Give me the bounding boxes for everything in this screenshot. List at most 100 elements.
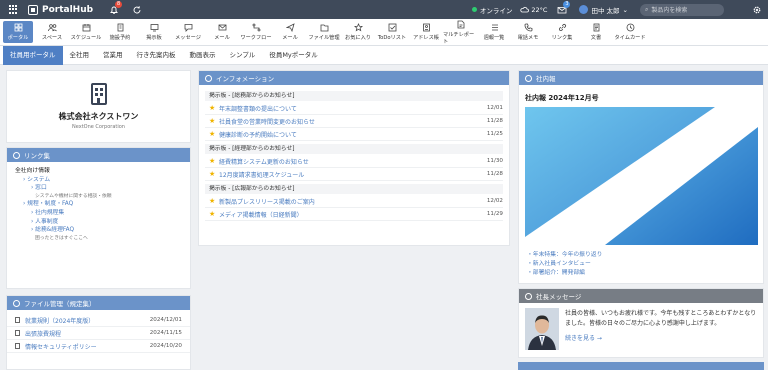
tab-6[interactable]: 役員Myポータル	[262, 46, 324, 65]
star-icon[interactable]: ★	[209, 197, 219, 205]
user-name: 田中 太郎	[591, 6, 620, 15]
toolbar-item-board[interactable]: 掲示板	[137, 19, 171, 45]
toolbar-item-grid[interactable]: ポータル	[3, 21, 33, 43]
information-title-link[interactable]: 新製品プレスリリース掲載のご案内	[219, 197, 487, 206]
cloud-icon	[520, 6, 530, 13]
link-item[interactable]: › システム	[23, 176, 182, 185]
star-icon[interactable]: ★	[209, 130, 219, 138]
board-group-label[interactable]: 掲示板 - [総務部からのお知らせ]	[205, 91, 503, 101]
toolbar-item-chat[interactable]: メッセージ	[171, 19, 205, 45]
building-icon	[90, 83, 107, 105]
toolbar-item-report[interactable]: マルチレポート	[443, 19, 477, 45]
newsletter-header: 社内報	[519, 71, 763, 85]
information-title-link[interactable]: メディア掲載情報（日経新聞）	[219, 210, 487, 219]
star-icon[interactable]: ★	[209, 210, 219, 218]
toolbar-item-label: 文書	[590, 35, 602, 41]
user-menu[interactable]: 田中 太郎 ⌄	[579, 5, 628, 15]
toolbar-item-calendar[interactable]: スケジュール	[69, 19, 103, 45]
tab-2[interactable]: 営業用	[96, 46, 130, 65]
toolbar-item-send[interactable]: メール	[273, 19, 307, 45]
people-icon	[47, 24, 57, 32]
read-more-link[interactable]: 続きを見る →	[565, 333, 602, 342]
tab-0[interactable]: 社員用ポータル	[3, 45, 63, 65]
tab-3[interactable]: 行き先案内板	[130, 46, 183, 65]
information-row[interactable]: ★ 経費精算システム更新のお知らせ 11/30	[205, 155, 503, 168]
toolbar-item-label: 電話メモ	[517, 35, 539, 41]
link-item[interactable]: › 窓口	[31, 184, 182, 193]
star-icon[interactable]: ★	[209, 104, 219, 112]
toolbar-item-check[interactable]: ToDoリスト	[375, 19, 409, 45]
search-input[interactable]: ⌕ 製品内を検索	[640, 3, 724, 16]
toolbar-item-clock[interactable]: タイムカード	[613, 19, 647, 45]
information-title-link[interactable]: 年末調整書類の提出について	[219, 104, 487, 113]
information-row[interactable]: ★ 健康診断の予約開始について 11/25	[205, 128, 503, 141]
toolbar-item-link[interactable]: リンク集	[545, 19, 579, 45]
information-row[interactable]: ★ メディア掲載情報（日経新聞） 11/29	[205, 208, 503, 221]
information-row[interactable]: ★ 社員食堂の営業時間変更のお知らせ 11/28	[205, 115, 503, 128]
information-row[interactable]: ★ 新製品プレスリリース掲載のご案内 12/02	[205, 195, 503, 208]
link-item[interactable]: › 総務&経理FAQ	[31, 226, 182, 235]
information-title-link[interactable]: 12月度請求書処理スケジュール	[219, 170, 487, 179]
information-row[interactable]: ★ 12月度請求書処理スケジュール 11/28	[205, 168, 503, 181]
gear-icon[interactable]	[752, 5, 762, 15]
link-item[interactable]: › 人事制度	[31, 218, 182, 227]
newsletter-article-link[interactable]: ・部署紹介：開発部編	[527, 267, 585, 276]
notification-bell-icon[interactable]: 8	[109, 0, 123, 15]
online-status[interactable]: オンライン	[471, 5, 513, 15]
star-icon[interactable]: ★	[209, 157, 219, 165]
newsletter-issue[interactable]: 社内報 2024年12月号	[525, 93, 763, 103]
link-item[interactable]: 全社向け情報	[15, 167, 182, 176]
toolbar-item-list[interactable]: 週報一覧	[477, 19, 511, 45]
board-group-label[interactable]: 掲示板 - [広報部からのお知らせ]	[205, 184, 503, 194]
toolbar-item-phone[interactable]: 電話メモ	[511, 19, 545, 45]
files-card: ファイル管理（規定集） 就業規則（2024年度版） 2024/12/01 出張旅費規…	[6, 295, 191, 370]
toolbar-item-mail[interactable]: メール	[205, 19, 239, 45]
file-row[interactable]: 情報セキュリティポリシー 2024/10/20	[7, 340, 190, 353]
toolbar-item-address[interactable]: アドレス帳	[409, 19, 443, 45]
newsletter-article-link[interactable]: ・年末特集：今年の振り返り	[527, 249, 602, 258]
chat-icon	[184, 24, 192, 32]
send-icon	[285, 23, 295, 32]
brand[interactable]: PortalHub	[28, 4, 93, 15]
star-icon[interactable]: ★	[209, 117, 219, 125]
tab-4[interactable]: 動画表示	[183, 46, 223, 65]
building-icon	[117, 23, 123, 32]
board-group-label[interactable]: 掲示板 - [経理部からのお知らせ]	[205, 144, 503, 154]
president-message-card: 社長メッセージ 社員の皆様、いつもお疲れ様です。今年も残すところあとわずかとなり…	[518, 288, 764, 358]
information-title-link[interactable]: 社員食堂の営業時間変更のお知らせ	[219, 117, 487, 126]
tab-1[interactable]: 全社用	[63, 46, 97, 65]
newsletter-title: 社内報	[536, 75, 556, 83]
tab-5[interactable]: シンプル	[223, 46, 263, 65]
next-card-header	[518, 362, 764, 370]
file-name[interactable]: 就業規則（2024年度版）	[25, 316, 150, 325]
star-icon[interactable]: ★	[209, 170, 219, 178]
toolbar-item-star[interactable]: お気に入り	[341, 19, 375, 45]
message-title: 社長メッセージ	[536, 293, 582, 301]
toolbar-item-people[interactable]: スペース	[35, 19, 69, 45]
newsletter-article-link[interactable]: ・新入社員インタビュー	[527, 258, 591, 267]
search-icon: ⌕	[645, 5, 649, 13]
mail-icon[interactable]: 3	[557, 0, 571, 15]
toolbar-item-workflow[interactable]: ワークフロー	[239, 19, 273, 45]
file-row[interactable]: 出張旅費規程 2024/11/15	[7, 327, 190, 340]
file-name[interactable]: 出張旅費規程	[25, 329, 150, 338]
information-title: インフォメーション	[216, 75, 275, 83]
weather-text: 22°C	[531, 5, 548, 14]
refresh-icon[interactable]	[132, 5, 142, 15]
toolbar-item-document[interactable]: 文書	[579, 19, 613, 45]
portal-tabs: 社員用ポータル 全社用 営業用 行き先案内板 動画表示 シンプル 役員Myポータル	[0, 45, 768, 65]
toolbar-item-building[interactable]: 施設予約	[103, 19, 137, 45]
file-row[interactable]: 就業規則（2024年度版） 2024/12/01	[7, 314, 190, 327]
newsletter-cover-image[interactable]	[525, 107, 758, 245]
link-item[interactable]: › 規程・制度・FAQ	[23, 200, 182, 209]
address-icon	[422, 23, 430, 32]
link-item[interactable]: › 社内規程集	[31, 209, 182, 218]
file-name[interactable]: 情報セキュリティポリシー	[25, 342, 150, 351]
toolbar-item-folder[interactable]: ファイル管理	[307, 19, 341, 45]
information-row[interactable]: ★ 年末調整書類の提出について 12/01	[205, 102, 503, 115]
online-status-text: オンライン	[479, 6, 513, 15]
toolbar-item-label: マルチレポート	[443, 31, 475, 45]
app-grid-icon[interactable]	[9, 4, 19, 15]
information-title-link[interactable]: 経費精算システム更新のお知らせ	[219, 157, 487, 166]
information-title-link[interactable]: 健康診断の予約開始について	[219, 130, 487, 139]
